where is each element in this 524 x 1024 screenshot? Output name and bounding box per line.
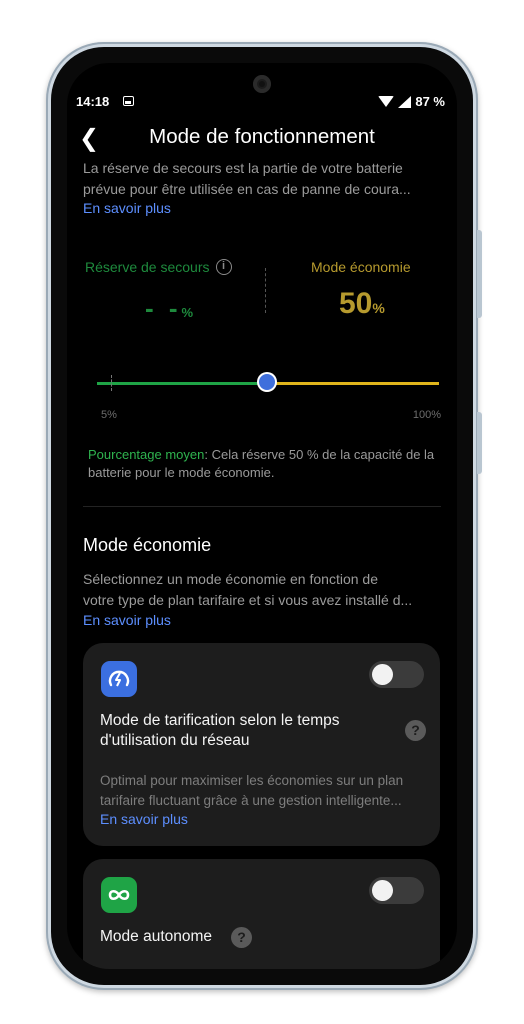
screen: 14:18 87 % ❮ Mode de fonctionnement La r… [67, 63, 457, 969]
tou-mode-title-line-1: Mode de tarification selon le temps [100, 712, 340, 729]
page-title: Mode de fonctionnement [149, 125, 375, 148]
slider-min-label: 5% [101, 409, 117, 421]
learn-more-link[interactable]: En savoir plus [83, 200, 171, 216]
reserve-divider [265, 268, 266, 313]
slider-min-tick [111, 375, 112, 391]
battery-percent: 87 % [415, 94, 445, 109]
status-bar: 14:18 87 % [76, 94, 445, 110]
tou-mode-description: Optimal pour maximiser les économies sur… [100, 771, 424, 811]
gauge-icon [101, 661, 137, 697]
tou-desc-line-2: tarifaire fluctuant grâce à une gestion … [100, 793, 402, 808]
intro-line-1: La réserve de secours est la partie de v… [83, 160, 403, 176]
reserve-label: Réserve de secours i [85, 259, 232, 275]
autonomous-mode-title: Mode autonome [100, 928, 213, 945]
power-button [477, 412, 482, 474]
tou-desc-line-1: Optimal pour maximiser les économies sur… [100, 773, 404, 788]
reserve-value-unit: % [181, 305, 194, 320]
intro-line-2: prévue pour être utilisée en cas de pann… [83, 181, 411, 197]
info-icon[interactable]: i [215, 259, 232, 275]
reserve-slider[interactable] [97, 371, 439, 395]
status-time: 14:18 [76, 94, 110, 109]
tou-mode-toggle[interactable] [369, 661, 424, 688]
image-notification-icon [123, 96, 134, 106]
economy-line-1: Sélectionnez un mode économie en fonctio… [83, 571, 378, 587]
economy-value: 50% [339, 287, 385, 321]
average-percentage-text: Pourcentage moyen: Cela réserve 50 % de … [88, 446, 435, 482]
tou-mode-title-line-2: d'utilisation du réseau [100, 732, 250, 749]
help-icon[interactable]: ? [405, 720, 426, 741]
economy-value-unit: % [372, 300, 385, 316]
economy-line-2: votre type de plan tarifaire et si vous … [83, 592, 413, 608]
app-header: ❮ Mode de fonctionnement [67, 123, 457, 153]
slider-max-label: 100% [412, 409, 441, 421]
front-camera [253, 75, 271, 93]
average-percentage-label: Pourcentage moyen [88, 447, 205, 462]
signal-icon [398, 95, 412, 108]
infinity-icon [101, 877, 137, 913]
reserve-value: - -% [145, 293, 193, 324]
slider-track-economy [265, 382, 439, 385]
help-icon[interactable]: ? [231, 927, 252, 948]
economy-description: Sélectionnez un mode économie en fonctio… [83, 569, 437, 611]
economy-value-number: 50 [339, 287, 373, 320]
intro-description: La réserve de secours est la partie de v… [83, 158, 437, 200]
economy-section-title: Mode économie [83, 535, 212, 555]
economy-learn-more-link[interactable]: En savoir plus [83, 612, 171, 628]
slider-track-reserve [97, 382, 265, 385]
economy-label: Mode économie [311, 259, 411, 275]
autonomous-mode-card[interactable]: Mode autonome ? [83, 859, 440, 969]
autonomous-mode-toggle[interactable] [369, 877, 424, 904]
phone-bezel: 14:18 87 % ❮ Mode de fonctionnement La r… [51, 47, 473, 985]
volume-button [477, 230, 482, 318]
tou-mode-title: Mode de tarification selon le temps d'ut… [100, 711, 340, 751]
reserve-value-number: - - [145, 293, 182, 323]
status-right: 87 % [378, 94, 445, 109]
slider-thumb[interactable] [259, 374, 275, 390]
reserve-label-text: Réserve de secours [85, 259, 210, 275]
phone-frame: 14:18 87 % ❮ Mode de fonctionnement La r… [46, 42, 482, 990]
tou-mode-card[interactable]: Mode de tarification selon le temps d'ut… [83, 643, 440, 846]
section-divider [83, 506, 441, 507]
wifi-icon [378, 96, 395, 107]
tou-learn-more-link[interactable]: En savoir plus [100, 811, 188, 827]
